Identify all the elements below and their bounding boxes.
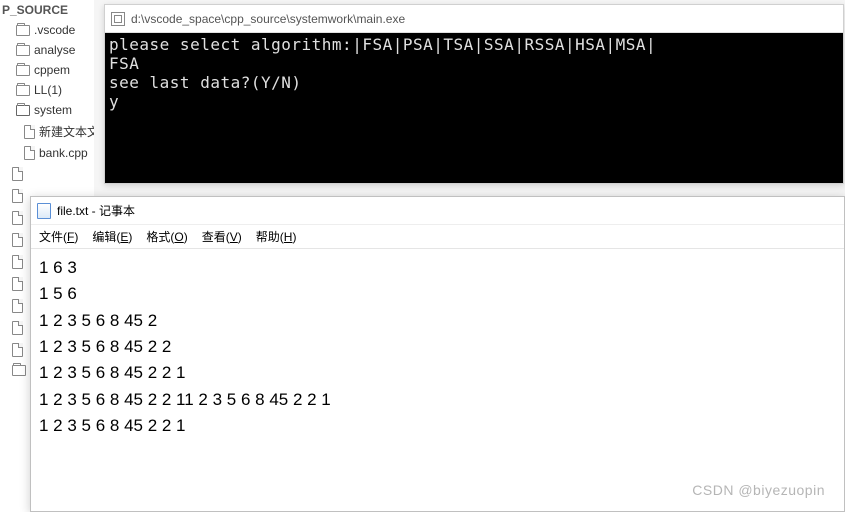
console-titlebar[interactable]: d:\vscode_space\cpp_source\systemwork\ma…: [105, 5, 843, 33]
folder-icon: [16, 45, 30, 56]
console-window: d:\vscode_space\cpp_source\systemwork\ma…: [104, 4, 844, 184]
file-icon: [12, 167, 23, 181]
notepad-line: 1 2 3 5 6 8 45 2 2 11 2 3 5 6 8 45 2 2 1: [39, 387, 836, 413]
file-bankcpp[interactable]: bank.cpp: [20, 143, 94, 163]
folder-icon: [12, 365, 26, 376]
notepad-titlebar[interactable]: file.txt - 记事本: [31, 197, 844, 225]
file-icon: [12, 343, 23, 357]
notepad-line: 1 5 6: [39, 281, 836, 307]
notepad-content[interactable]: 1 6 31 5 61 2 3 5 6 8 45 21 2 3 5 6 8 45…: [31, 249, 844, 445]
file-icon: [12, 189, 23, 203]
folder-label: analyse: [34, 43, 75, 57]
menu-edit[interactable]: 编辑(E): [92, 228, 132, 245]
file-label: bank.cpp: [39, 146, 88, 160]
notepad-title-text: file.txt - 记事本: [57, 202, 135, 219]
file-item[interactable]: [8, 163, 94, 185]
notepad-line: 1 2 3 5 6 8 45 2 2 1: [39, 360, 836, 386]
console-output[interactable]: please select algorithm:|FSA|PSA|TSA|SSA…: [105, 33, 843, 183]
notepad-icon: [37, 203, 51, 219]
folder-vscode[interactable]: .vscode: [12, 20, 94, 40]
file-icon: [12, 277, 23, 291]
file-icon: [12, 299, 23, 313]
menu-file[interactable]: 文件(F): [39, 228, 78, 245]
explorer-root-label: P_SOURCE: [0, 0, 94, 20]
folder-analyse[interactable]: analyse: [12, 40, 94, 60]
menu-format[interactable]: 格式(O): [146, 228, 187, 245]
folder-label: cppem: [34, 63, 70, 77]
folder-cppem[interactable]: cppem: [12, 60, 94, 80]
folder-icon: [16, 65, 30, 76]
folder-system[interactable]: system: [12, 100, 94, 120]
notepad-line: 1 6 3: [39, 255, 836, 281]
file-icon: [24, 146, 35, 160]
notepad-menubar: 文件(F) 编辑(E) 格式(O) 查看(V) 帮助(H): [31, 225, 844, 249]
folder-ll1[interactable]: LL(1): [12, 80, 94, 100]
file-label: 新建文本文: [39, 123, 94, 140]
folder-open-icon: [16, 105, 30, 116]
file-icon: [12, 233, 23, 247]
notepad-line: 1 2 3 5 6 8 45 2 2: [39, 334, 836, 360]
console-title-text: d:\vscode_space\cpp_source\systemwork\ma…: [131, 12, 405, 26]
menu-view[interactable]: 查看(V): [202, 228, 242, 245]
folder-label: .vscode: [34, 23, 75, 37]
notepad-line: 1 2 3 5 6 8 45 2 2 1: [39, 413, 836, 439]
file-icon: [24, 125, 35, 139]
folder-label: LL(1): [34, 83, 62, 97]
folder-label: system: [34, 103, 72, 117]
file-icon: [12, 211, 23, 225]
file-newtxt[interactable]: 新建文本文: [20, 120, 94, 143]
file-icon: [12, 321, 23, 335]
folder-icon: [16, 25, 30, 36]
notepad-window: file.txt - 记事本 文件(F) 编辑(E) 格式(O) 查看(V) 帮…: [30, 196, 845, 512]
exe-icon: [111, 12, 125, 26]
notepad-line: 1 2 3 5 6 8 45 2: [39, 308, 836, 334]
menu-help[interactable]: 帮助(H): [256, 228, 297, 245]
folder-icon: [16, 85, 30, 96]
file-icon: [12, 255, 23, 269]
